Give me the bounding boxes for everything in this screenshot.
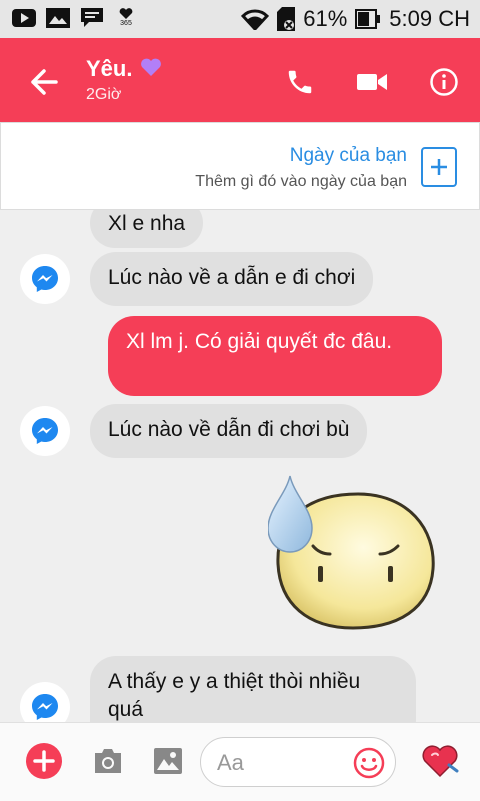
battery-percent: 61% xyxy=(303,6,348,31)
calendar-365-icon: 365 xyxy=(114,8,138,28)
camera-icon xyxy=(95,749,121,773)
message-icon xyxy=(80,8,104,28)
messenger-icon xyxy=(32,418,58,444)
messenger-avatar[interactable] xyxy=(20,406,70,456)
conversation-header: Yêu. 2Giờ xyxy=(0,38,480,122)
info-button[interactable] xyxy=(422,60,466,104)
calendar-badge: 365 xyxy=(120,20,132,27)
messenger-avatar[interactable] xyxy=(20,682,70,722)
wifi-icon xyxy=(241,7,270,31)
youtube-icon xyxy=(12,8,36,28)
sweat-drop-blob-sticker[interactable] xyxy=(268,474,438,634)
messenger-icon xyxy=(32,266,58,292)
message-bubble-sent[interactable]: Xl lm j. Có giải quyết đc đâu. xyxy=(108,316,442,396)
call-button[interactable] xyxy=(278,60,322,104)
message-input-field[interactable] xyxy=(200,737,396,787)
message-bubble[interactable]: A thấy e y a thiệt thòi nhiều quá xyxy=(90,656,416,722)
sim-icon xyxy=(277,7,296,31)
video-camera-icon xyxy=(357,74,387,90)
status-bar: 365 61% 5:09 CH xyxy=(0,0,480,38)
emoji-button[interactable] xyxy=(353,747,385,779)
info-icon xyxy=(430,68,458,96)
message-input[interactable] xyxy=(215,748,349,778)
add-to-day-button[interactable] xyxy=(421,147,457,187)
composer-bar xyxy=(0,722,480,801)
back-arrow-icon xyxy=(31,69,58,95)
gallery-button[interactable] xyxy=(148,741,188,781)
message-bubble[interactable]: Lúc nào về a dẫn e đi chơi xyxy=(90,252,374,306)
purple-heart-icon xyxy=(140,57,162,83)
your-day-subtitle: Thêm gì đó vào ngày của bạn xyxy=(195,173,407,190)
add-icon xyxy=(26,743,62,779)
camera-button[interactable] xyxy=(88,741,128,781)
video-call-button[interactable] xyxy=(350,60,394,104)
back-button[interactable] xyxy=(24,62,64,102)
message-list[interactable]: Xl e nha Lúc nào về a dẫn e đi chơi Xl l… xyxy=(0,210,480,722)
your-day-card[interactable]: Ngày của bạn Thêm gì đó vào ngày của bạn xyxy=(0,122,480,210)
message-bubble[interactable]: Lúc nào về dẫn đi chơi bù xyxy=(90,404,368,458)
your-day-title[interactable]: Ngày của bạn xyxy=(290,145,407,167)
message-bubble[interactable]: Xl e nha xyxy=(90,210,204,248)
clock: 5:09 CH xyxy=(389,6,470,31)
emoji-icon xyxy=(353,747,385,779)
gallery-icon xyxy=(46,8,70,28)
messenger-icon xyxy=(32,694,58,720)
heart-icon xyxy=(422,745,459,778)
contact-active-status: 2Giờ xyxy=(86,86,122,103)
image-icon xyxy=(154,748,182,774)
phone-icon xyxy=(288,70,312,94)
contact-name[interactable]: Yêu. xyxy=(86,56,162,83)
plus-icon xyxy=(431,159,447,175)
battery-icon xyxy=(355,7,381,31)
heart-reaction-button[interactable] xyxy=(420,741,460,781)
contact-name-text: Yêu. xyxy=(86,56,133,81)
messenger-avatar[interactable] xyxy=(20,254,70,304)
add-button[interactable] xyxy=(24,741,64,781)
